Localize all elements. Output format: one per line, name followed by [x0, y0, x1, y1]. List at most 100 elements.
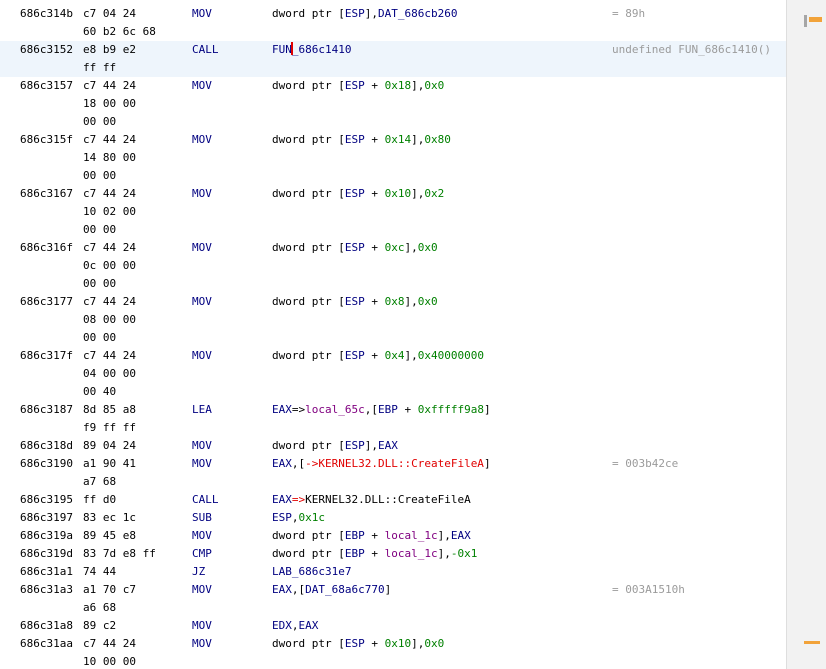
instruction-row[interactable]: 686c31a1 74 44 JZ LAB_686c31e7	[0, 563, 786, 581]
instruction-operands[interactable]: dword ptr [ESP + 0x10],0x0	[272, 635, 444, 653]
operand-token[interactable]: ,[	[292, 457, 305, 470]
operand-token[interactable]: ESP	[345, 187, 365, 200]
operand-token[interactable]: 0x10	[385, 637, 412, 650]
instruction-mnemonic[interactable]: MOV	[192, 617, 212, 635]
instruction-row[interactable]: 686c317f c7 44 24 MOV dword ptr [ESP + 0x4]…	[0, 347, 786, 401]
instruction-operands[interactable]: ESP,0x1c	[272, 509, 325, 527]
operand-token[interactable]: ,[	[365, 403, 378, 416]
operand-token[interactable]: ],	[404, 241, 417, 254]
instruction-operands[interactable]: EAX,[->KERNEL32.DLL::CreateFileA]	[272, 455, 491, 473]
operand-token[interactable]: EAX	[272, 583, 292, 596]
instruction-row[interactable]: 686c31a3 a1 70 c7 MOV EAX,[DAT_68a6c770] = 0…	[0, 581, 786, 617]
operand-token[interactable]: -0x1	[451, 547, 478, 560]
operand-token[interactable]: dword ptr [	[272, 241, 345, 254]
operand-token[interactable]: ],	[411, 133, 424, 146]
scroll-position-indicator[interactable]	[804, 15, 807, 27]
instruction-operands[interactable]: EAX=>local_65c,[EBP + 0xfffff9a8]	[272, 401, 491, 419]
instruction-operands[interactable]: dword ptr [EBP + local_1c],EAX	[272, 527, 471, 545]
operand-token[interactable]: EAX	[272, 403, 292, 416]
operand-token[interactable]: 0x10	[385, 187, 412, 200]
instruction-address[interactable]: 686c3157	[20, 77, 73, 95]
operand-token[interactable]: 0x0	[418, 241, 438, 254]
instruction-address[interactable]: 686c315f	[20, 131, 73, 149]
instruction-operands[interactable]: dword ptr [ESP],DAT_686cb260	[272, 5, 457, 23]
instruction-mnemonic[interactable]: MOV	[192, 437, 212, 455]
operand-token[interactable]: EDX	[272, 619, 292, 632]
operand-token[interactable]: +	[398, 403, 418, 416]
instruction-mnemonic[interactable]: MOV	[192, 293, 212, 311]
operand-token[interactable]: dword ptr [	[272, 187, 345, 200]
instruction-address[interactable]: 686c3187	[20, 401, 73, 419]
instruction-address[interactable]: 686c319a	[20, 527, 73, 545]
operand-token[interactable]: dword ptr [	[272, 133, 345, 146]
instruction-operands[interactable]: dword ptr [ESP + 0x4],0x40000000	[272, 347, 484, 365]
instruction-mnemonic[interactable]: MOV	[192, 77, 212, 95]
instruction-operands[interactable]: LAB_686c31e7	[272, 563, 351, 581]
operand-token[interactable]: =>	[292, 493, 305, 506]
operand-token[interactable]: ],	[411, 187, 424, 200]
instruction-operands[interactable]: EAX,[DAT_68a6c770]	[272, 581, 391, 599]
instruction-mnemonic[interactable]: MOV	[192, 5, 212, 23]
instruction-row[interactable]: 686c319d 83 7d e8 ff CMP dword ptr [EBP + l…	[0, 545, 786, 563]
operand-token[interactable]: FUN	[272, 43, 292, 56]
operand-token[interactable]: =>	[292, 403, 305, 416]
instruction-mnemonic[interactable]: MOV	[192, 527, 212, 545]
instruction-row[interactable]: 686c3177 c7 44 24 MOV dword ptr [ESP + 0x8]…	[0, 293, 786, 347]
instruction-mnemonic[interactable]: CALL	[192, 41, 219, 59]
operand-token[interactable]: ESP	[272, 511, 292, 524]
operand-token[interactable]: ESP	[345, 7, 365, 20]
operand-token[interactable]: EAX	[378, 439, 398, 452]
instruction-mnemonic[interactable]: SUB	[192, 509, 212, 527]
instruction-row[interactable]: 686c3187 8d 85 a8 LEA EAX=>local_65c,[EBP +…	[0, 401, 786, 437]
operand-token[interactable]: local_65c	[305, 403, 365, 416]
operand-token[interactable]: ],	[404, 349, 417, 362]
instruction-mnemonic[interactable]: JZ	[192, 563, 205, 581]
instruction-operands[interactable]: FUN_686c1410	[272, 41, 351, 59]
operand-token[interactable]: ESP	[345, 439, 365, 452]
instruction-mnemonic[interactable]: MOV	[192, 581, 212, 599]
instruction-address[interactable]: 686c3195	[20, 491, 73, 509]
instruction-operands[interactable]: EDX,EAX	[272, 617, 318, 635]
operand-token[interactable]: 0x8	[385, 295, 405, 308]
operand-token[interactable]: ESP	[345, 79, 365, 92]
operand-token[interactable]: 0x80	[424, 133, 451, 146]
instruction-mnemonic[interactable]: MOV	[192, 635, 212, 653]
instruction-mnemonic[interactable]: CALL	[192, 491, 219, 509]
operand-token[interactable]: EAX	[272, 457, 292, 470]
instruction-row[interactable]: 686c315f c7 44 24 MOV dword ptr [ESP + 0x14…	[0, 131, 786, 185]
instruction-row[interactable]: 686c3195 ff d0 CALL EAX=>KERNEL32.DLL::Crea…	[0, 491, 786, 509]
instruction-operands[interactable]: dword ptr [ESP + 0x14],0x80	[272, 131, 451, 149]
operand-token[interactable]: 0x0	[424, 79, 444, 92]
instruction-operands[interactable]: dword ptr [ESP],EAX	[272, 437, 398, 455]
instruction-mnemonic[interactable]: CMP	[192, 545, 212, 563]
instruction-mnemonic[interactable]: MOV	[192, 347, 212, 365]
instruction-operands[interactable]: dword ptr [EBP + local_1c],-0x1	[272, 545, 477, 563]
operand-token[interactable]: dword ptr [	[272, 547, 345, 560]
operand-token[interactable]: ->KERNEL32.DLL::CreateFileA	[305, 457, 484, 470]
operand-token[interactable]: DAT_686cb260	[378, 7, 457, 20]
cursor-marker[interactable]	[809, 17, 822, 22]
instruction-address[interactable]: 686c3152	[20, 41, 73, 59]
instruction-mnemonic[interactable]: MOV	[192, 455, 212, 473]
instruction-address[interactable]: 686c314b	[20, 5, 73, 23]
operand-token[interactable]: 0x40000000	[418, 349, 484, 362]
instruction-row[interactable]: 686c314b c7 04 24 MOV dword ptr [ESP],DAT_6…	[0, 5, 786, 41]
instruction-row[interactable]: 686c3167 c7 44 24 MOV dword ptr [ESP + 0x10…	[0, 185, 786, 239]
instruction-row[interactable]: 686c3190 a1 90 41 MOV EAX,[->KERNEL32.DLL::…	[0, 455, 786, 491]
instruction-address[interactable]: 686c3190	[20, 455, 73, 473]
operand-token[interactable]: +	[365, 529, 385, 542]
instruction-address[interactable]: 686c316f	[20, 239, 73, 257]
instruction-mnemonic[interactable]: MOV	[192, 185, 212, 203]
operand-token[interactable]: dword ptr [	[272, 637, 345, 650]
operand-token[interactable]: 0xc	[385, 241, 405, 254]
instruction-address[interactable]: 686c3167	[20, 185, 73, 203]
instruction-mnemonic[interactable]: MOV	[192, 239, 212, 257]
operand-token[interactable]: ESP	[345, 295, 365, 308]
operand-token[interactable]: EAX	[451, 529, 471, 542]
instruction-row[interactable]: 686c316f c7 44 24 MOV dword ptr [ESP + 0xc]…	[0, 239, 786, 293]
operand-token[interactable]: dword ptr [	[272, 7, 345, 20]
instruction-address[interactable]: 686c3197	[20, 509, 73, 527]
instruction-operands[interactable]: dword ptr [ESP + 0x10],0x2	[272, 185, 444, 203]
operand-token[interactable]: 0x2	[424, 187, 444, 200]
operand-token[interactable]: dword ptr [	[272, 349, 345, 362]
